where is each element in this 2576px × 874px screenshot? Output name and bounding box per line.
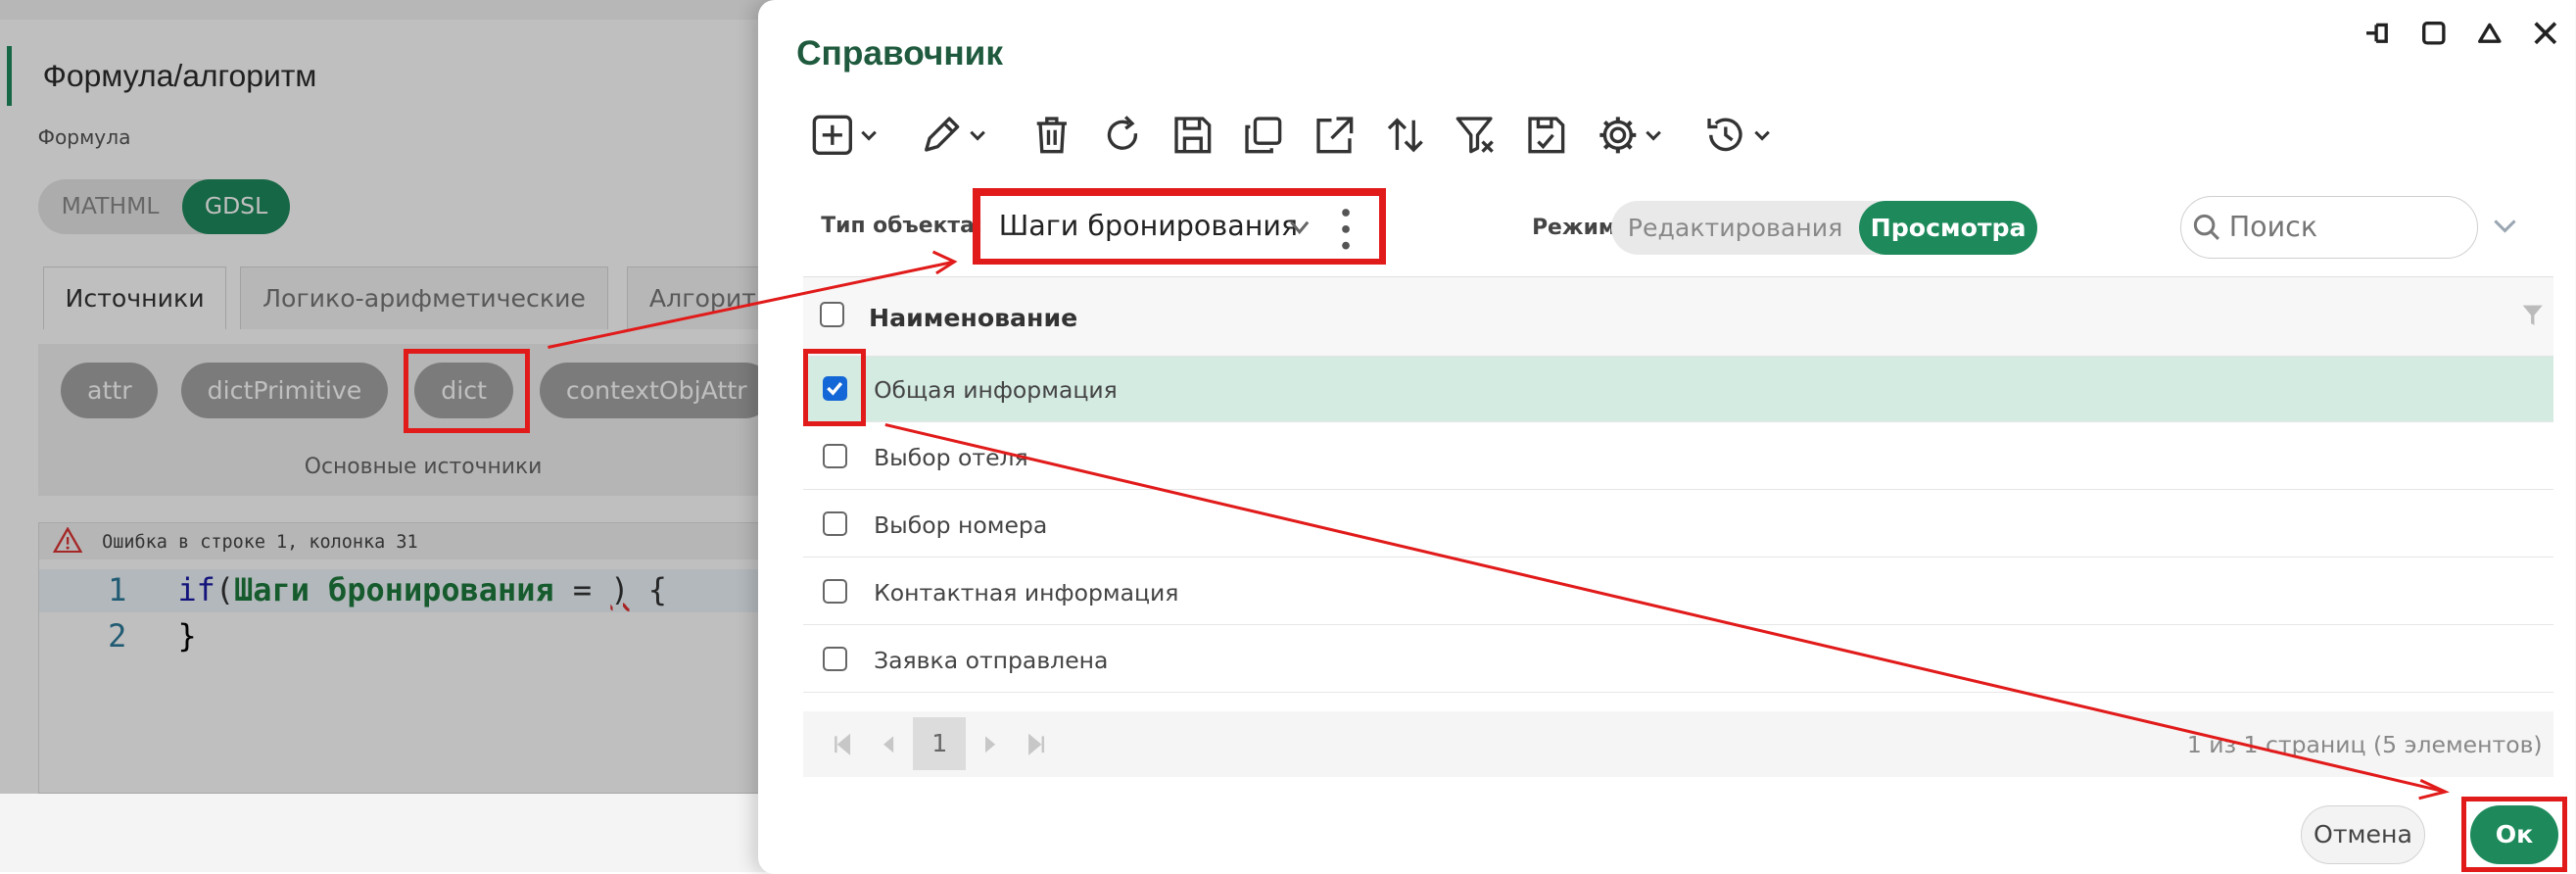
window-controls bbox=[2361, 17, 2562, 50]
chevron-down-icon bbox=[970, 130, 985, 141]
pager-info: 1 из 1 страниц (5 элементов) bbox=[2186, 730, 2543, 758]
mode-label: Режим bbox=[1532, 216, 1616, 241]
export-icon bbox=[1315, 117, 1353, 154]
pager: 1 1 из 1 страниц (5 элементов) bbox=[802, 710, 2554, 777]
table-row[interactable]: Заявка отправлена bbox=[802, 626, 2554, 693]
copy-icon bbox=[1245, 117, 1282, 154]
object-type-value[interactable]: Шаги бронирования bbox=[999, 209, 1298, 242]
annotation-frame-checkbox bbox=[802, 349, 866, 427]
current-page[interactable]: 1 bbox=[913, 717, 967, 771]
delete-icon bbox=[1036, 117, 1067, 154]
clear-filter-icon bbox=[1455, 117, 1494, 154]
prev-page-icon[interactable] bbox=[879, 733, 898, 756]
copy-button[interactable] bbox=[1242, 109, 1285, 162]
maximize-icon[interactable] bbox=[2417, 17, 2451, 50]
mode-view-option[interactable]: Просмотра bbox=[1859, 200, 2037, 256]
filter-icon[interactable] bbox=[2521, 304, 2545, 327]
export-button[interactable] bbox=[1313, 109, 1357, 162]
search-box[interactable] bbox=[2179, 195, 2479, 259]
last-page-icon[interactable] bbox=[1026, 733, 1046, 756]
row-checkbox[interactable] bbox=[822, 443, 848, 469]
table-row[interactable]: Контактная информация bbox=[802, 558, 2554, 625]
cancel-button[interactable]: Отмена bbox=[2300, 804, 2426, 864]
search-input[interactable] bbox=[2228, 196, 2459, 257]
mode-edit-option[interactable]: Редактирования bbox=[1611, 201, 1860, 255]
close-icon[interactable] bbox=[2529, 17, 2562, 50]
row-label: Общая информация bbox=[874, 376, 1118, 405]
clear-filter-button[interactable] bbox=[1455, 109, 1498, 162]
chevron-down-icon bbox=[1646, 130, 1662, 141]
delete-button[interactable] bbox=[1030, 109, 1073, 162]
add-icon bbox=[812, 115, 853, 155]
data-grid: Наименование Общая информация Выбор отел… bbox=[802, 276, 2554, 693]
add-button[interactable] bbox=[811, 109, 879, 162]
collapse-icon[interactable] bbox=[2473, 17, 2506, 50]
edit-button[interactable] bbox=[920, 109, 987, 162]
chevron-down-icon bbox=[861, 130, 877, 141]
annotation-frame-ok bbox=[2461, 797, 2567, 873]
history-icon bbox=[1707, 118, 1743, 152]
dialog-title: Справочник bbox=[796, 34, 1003, 73]
save-view-button[interactable] bbox=[1525, 109, 1568, 162]
settings-button[interactable] bbox=[1597, 109, 1664, 162]
row-label: Заявка отправлена bbox=[874, 646, 1109, 674]
grid-header: Наименование bbox=[802, 277, 2554, 357]
search-icon bbox=[2193, 214, 2219, 240]
gear-icon bbox=[1598, 117, 1636, 154]
chevron-down-icon[interactable] bbox=[2492, 213, 2518, 239]
row-label: Контактная информация bbox=[874, 578, 1179, 607]
chevron-down-icon[interactable] bbox=[1288, 216, 1312, 239]
more-options-icon[interactable] bbox=[1341, 208, 1351, 251]
edit-icon bbox=[925, 117, 960, 152]
sort-button[interactable] bbox=[1384, 109, 1427, 162]
row-checkbox[interactable] bbox=[822, 646, 848, 671]
table-row[interactable]: Общая информация bbox=[802, 356, 2554, 423]
table-row[interactable]: Выбор номера bbox=[802, 491, 2554, 558]
history-button[interactable] bbox=[1704, 109, 1772, 162]
dialog-layer: Справочник Тип объекта: Шаги бронировани… bbox=[0, 0, 2576, 874]
sort-icon bbox=[1387, 118, 1423, 153]
mode-toggle[interactable]: Редактирования Просмотра bbox=[1610, 200, 2037, 256]
refresh-button[interactable] bbox=[1101, 109, 1144, 162]
reference-dialog: Справочник Тип объекта: Шаги бронировани… bbox=[758, 0, 2576, 874]
column-header-name[interactable]: Наименование bbox=[869, 304, 1077, 332]
app-root: Формула/алгоритм Формула MATHML GDSL Ист… bbox=[0, 0, 2576, 874]
object-type-label: Тип объекта: bbox=[821, 214, 983, 239]
save-view-icon bbox=[1528, 117, 1565, 154]
chevron-down-icon bbox=[1754, 130, 1771, 141]
select-all-checkbox[interactable] bbox=[819, 302, 844, 327]
first-page-icon[interactable] bbox=[833, 733, 852, 756]
save-icon bbox=[1174, 117, 1212, 154]
row-label: Выбор номера bbox=[874, 510, 1048, 539]
refresh-icon bbox=[1107, 116, 1137, 150]
pin-icon[interactable] bbox=[2361, 17, 2395, 50]
save-button[interactable] bbox=[1171, 109, 1215, 162]
next-page-icon[interactable] bbox=[980, 733, 1000, 756]
row-checkbox[interactable] bbox=[822, 510, 848, 536]
row-checkbox[interactable] bbox=[822, 578, 848, 604]
table-row[interactable]: Выбор отеля bbox=[802, 423, 2554, 490]
row-label: Выбор отеля bbox=[874, 443, 1028, 471]
